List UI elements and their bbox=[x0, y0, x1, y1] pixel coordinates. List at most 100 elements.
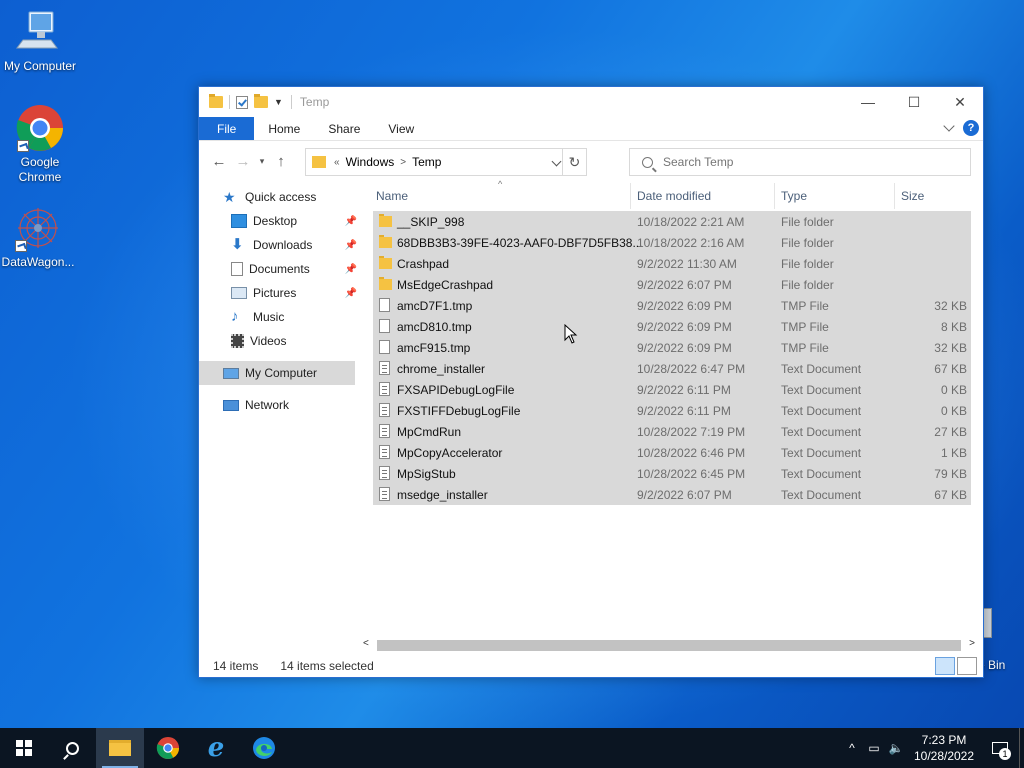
tab-share[interactable]: Share bbox=[314, 117, 374, 140]
expand-ribbon-icon[interactable] bbox=[943, 120, 955, 132]
taskbar: e ^ ▭ 🔈 7:23 PM 10/28/2022 1 bbox=[0, 728, 1024, 768]
nav-pictures[interactable]: Pictures 📌 bbox=[231, 281, 387, 305]
breadcrumb-windows[interactable]: Windows bbox=[346, 155, 395, 169]
column-header-name[interactable]: Name bbox=[376, 189, 408, 203]
column-divider[interactable] bbox=[774, 183, 775, 209]
column-header-size[interactable]: Size bbox=[901, 189, 924, 203]
back-button[interactable]: ← bbox=[207, 149, 231, 173]
horizontal-scrollbar[interactable]: < > bbox=[359, 637, 979, 654]
show-desktop-button[interactable] bbox=[1019, 728, 1024, 768]
nav-videos[interactable]: Videos bbox=[231, 329, 387, 353]
nav-downloads[interactable]: ⬇ Downloads 📌 bbox=[231, 233, 387, 257]
forward-button[interactable]: → bbox=[231, 149, 255, 173]
nav-documents[interactable]: Documents 📌 bbox=[231, 257, 387, 281]
table-row[interactable]: __SKIP_998 10/18/2022 2:21 AM File folder bbox=[373, 211, 971, 232]
address-overflow[interactable]: « bbox=[334, 157, 340, 168]
search-button[interactable] bbox=[48, 728, 96, 768]
customize-toolbar-dropdown-icon[interactable]: ▼ bbox=[274, 97, 283, 107]
nav-label: Network bbox=[245, 398, 290, 412]
breadcrumb-separator-icon[interactable]: > bbox=[400, 157, 406, 168]
search-input[interactable] bbox=[663, 155, 943, 169]
column-header-type[interactable]: Type bbox=[781, 189, 807, 203]
refresh-button[interactable]: ↻ bbox=[562, 149, 586, 175]
breadcrumb-temp[interactable]: Temp bbox=[412, 155, 441, 169]
table-row[interactable]: MpSigStub 10/28/2022 6:45 PM Text Document… bbox=[373, 463, 971, 484]
address-dropdown-icon[interactable] bbox=[551, 156, 562, 167]
column-header-date-modified[interactable]: Date modified bbox=[637, 189, 711, 203]
desktop-icon-label: e Bin bbox=[978, 658, 1006, 672]
monitor-icon bbox=[15, 8, 65, 56]
show-hidden-icons-icon[interactable]: ^ bbox=[841, 741, 863, 755]
desktop-icon-my-computer[interactable]: My Computer bbox=[0, 8, 80, 74]
table-row[interactable]: amcF915.tmp 9/2/2022 6:09 PM TMP File 32 KB bbox=[373, 337, 971, 358]
pin-icon[interactable]: 📌 bbox=[345, 240, 357, 251]
taskbar-internet-explorer[interactable]: e bbox=[192, 728, 240, 768]
network-status-icon[interactable]: ▭ bbox=[863, 741, 885, 755]
file-date-modified: 9/2/2022 6:09 PM bbox=[637, 340, 732, 355]
nav-music[interactable]: ♪ Music bbox=[231, 305, 387, 329]
details-view-icon[interactable] bbox=[935, 657, 955, 675]
desktop-icon-datawagon[interactable]: DataWagon... bbox=[0, 204, 78, 270]
taskbar-edge[interactable] bbox=[240, 728, 288, 768]
nav-desktop[interactable]: Desktop 📌 bbox=[231, 209, 387, 233]
tab-home[interactable]: Home bbox=[254, 117, 314, 140]
toolbar-divider bbox=[229, 95, 230, 109]
table-row[interactable]: 68DBB3B3-39FE-4023-AAF0-DBF7D5FB38... 10/… bbox=[373, 232, 971, 253]
address-bar[interactable]: « Windows > Temp ↻ bbox=[305, 148, 587, 176]
scroll-left-icon[interactable]: < bbox=[363, 638, 369, 649]
clock[interactable]: 7:23 PM 10/28/2022 bbox=[907, 732, 981, 764]
scrollbar-thumb[interactable] bbox=[377, 640, 961, 651]
file-size: 67 KB bbox=[934, 487, 967, 502]
nav-network[interactable]: Network bbox=[223, 393, 379, 417]
nav-quick-access[interactable]: ★ Quick access bbox=[223, 185, 379, 209]
file-date-modified: 9/2/2022 11:30 AM bbox=[637, 256, 737, 271]
file-date-modified: 9/2/2022 6:07 PM bbox=[637, 277, 732, 292]
file-type: Text Document bbox=[781, 466, 862, 481]
taskbar-chrome[interactable] bbox=[144, 728, 192, 768]
desktop-icon-google-chrome[interactable]: Google Chrome bbox=[0, 104, 80, 185]
close-button[interactable]: ✕ bbox=[937, 87, 983, 117]
status-bar: 14 items 14 items selected bbox=[199, 655, 983, 677]
clock-time: 7:23 PM bbox=[921, 733, 967, 747]
table-row[interactable]: MpCmdRun 10/28/2022 7:19 PM Text Document 2… bbox=[373, 421, 971, 442]
taskbar-file-explorer[interactable] bbox=[96, 728, 144, 768]
table-row[interactable]: MsEdgeCrashpad 9/2/2022 6:07 PM File folde… bbox=[373, 274, 971, 295]
action-center-button[interactable]: 1 bbox=[981, 728, 1019, 768]
pin-icon[interactable]: 📌 bbox=[345, 264, 357, 275]
properties-icon[interactable] bbox=[236, 95, 248, 109]
table-row[interactable]: amcD7F1.tmp 9/2/2022 6:09 PM TMP File 32 KB bbox=[373, 295, 971, 316]
tab-file[interactable]: File bbox=[199, 117, 255, 140]
pin-icon[interactable]: 📌 bbox=[345, 216, 357, 227]
column-divider[interactable] bbox=[894, 183, 895, 209]
up-button[interactable]: ↑ bbox=[269, 149, 293, 173]
ribbon-right-controls: ? bbox=[943, 120, 979, 136]
desktop-icon-recycle-bin[interactable]: e Bin bbox=[978, 604, 1018, 674]
table-row[interactable]: MpCopyAccelerator 10/28/2022 6:46 PM Text … bbox=[373, 442, 971, 463]
volume-icon[interactable]: 🔈 bbox=[885, 741, 907, 755]
table-row[interactable]: FXSTIFFDebugLogFile 9/2/2022 6:11 PM Text … bbox=[373, 400, 971, 421]
title-bar[interactable]: ▼ Temp — ☐ ✕ bbox=[199, 87, 983, 117]
large-icons-view-icon[interactable] bbox=[957, 657, 977, 675]
search-box[interactable] bbox=[629, 148, 971, 176]
nav-my-computer[interactable]: My Computer bbox=[199, 361, 355, 385]
file-size: 0 KB bbox=[940, 382, 967, 397]
help-icon[interactable]: ? bbox=[963, 120, 979, 136]
minimize-button[interactable]: — bbox=[845, 87, 891, 117]
quick-access-toolbar: ▼ bbox=[209, 94, 283, 109]
column-divider[interactable] bbox=[630, 183, 631, 209]
table-row[interactable]: chrome_installer 10/28/2022 6:47 PM Text D… bbox=[373, 358, 971, 379]
sort-ascending-icon: ^ bbox=[498, 179, 503, 189]
maximize-button[interactable]: ☐ bbox=[891, 87, 937, 117]
scroll-right-icon[interactable]: > bbox=[969, 638, 975, 649]
new-folder-icon[interactable] bbox=[254, 94, 268, 108]
recent-locations-dropdown-icon[interactable]: ▾ bbox=[255, 149, 269, 173]
table-row[interactable]: amcD810.tmp 9/2/2022 6:09 PM TMP File 8 KB bbox=[373, 316, 971, 337]
file-name: __SKIP_998 bbox=[397, 214, 465, 229]
tab-view[interactable]: View bbox=[374, 117, 428, 140]
table-row[interactable]: FXSAPIDebugLogFile 9/2/2022 6:11 PM Text D… bbox=[373, 379, 971, 400]
table-row[interactable]: msedge_installer 9/2/2022 6:07 PM Text Doc… bbox=[373, 484, 971, 505]
start-button[interactable] bbox=[0, 728, 48, 768]
table-row[interactable]: Crashpad 9/2/2022 11:30 AM File folder bbox=[373, 253, 971, 274]
nav-label: Pictures bbox=[253, 286, 297, 300]
pin-icon[interactable]: 📌 bbox=[345, 288, 357, 299]
